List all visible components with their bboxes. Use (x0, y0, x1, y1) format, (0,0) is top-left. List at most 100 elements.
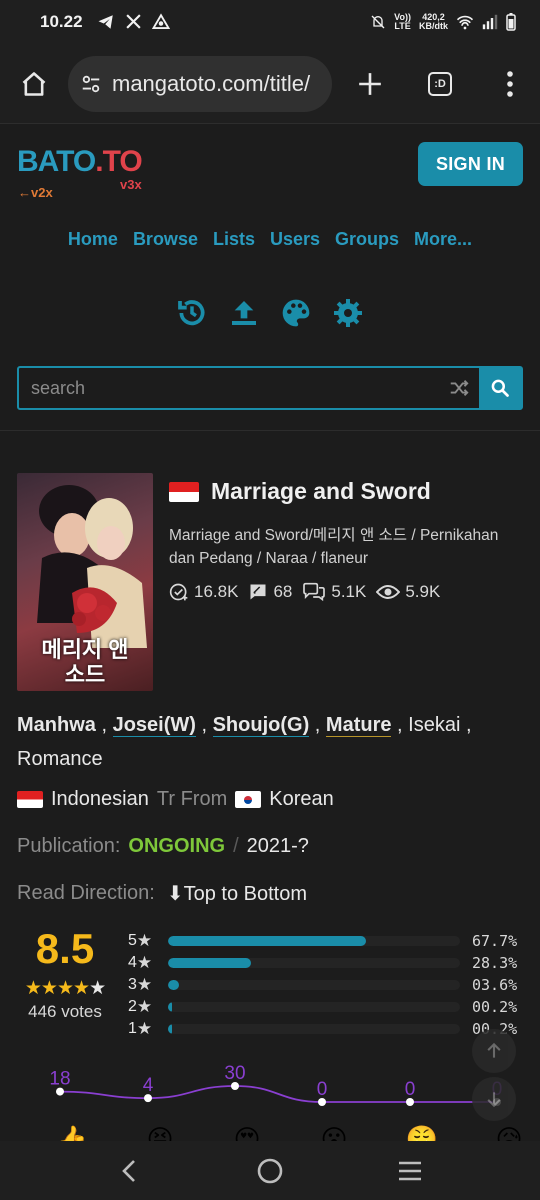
follow-check-icon (169, 583, 188, 601)
reaction-emoji[interactable]: 😮 (320, 1124, 347, 1141)
home-nav-button[interactable] (246, 1147, 294, 1195)
read-direction-label: Read Direction: (17, 882, 155, 904)
more-vert-icon (507, 70, 513, 97)
original-language: Korean (269, 788, 334, 810)
url-text: mangatoto.com/title/ (112, 70, 311, 96)
mute-icon (371, 15, 385, 29)
search-button[interactable] (479, 368, 521, 408)
scroll-down-button[interactable] (472, 1077, 516, 1121)
arrow-down-icon (487, 1092, 501, 1108)
notification-icons (97, 13, 170, 31)
back-icon (122, 1159, 135, 1182)
nav-lists[interactable]: Lists (213, 229, 255, 250)
rating-score: 8.5 (35, 925, 95, 972)
reactions-chart: 18👍4😝30😍0😮0😤0😥 (0, 1060, 540, 1141)
bato-logo[interactable]: BATO.TO ←v2x v3x (17, 145, 143, 200)
site-settings-icon[interactable] (80, 73, 102, 95)
language-row: Indonesian Tr From Korean (17, 788, 334, 811)
star-icon: ★ (40, 978, 58, 999)
telegram-icon (98, 15, 113, 29)
nav-users[interactable]: Users (270, 229, 320, 250)
rating-bar-fill (168, 1002, 172, 1012)
arrow-up-icon (487, 1042, 501, 1058)
reaction-emoji[interactable]: 😤 (406, 1124, 438, 1141)
vote-count: 446 votes (28, 1002, 102, 1021)
indonesia-flag-icon (169, 481, 199, 502)
reaction-emoji[interactable]: 👍 (56, 1124, 88, 1141)
rating-bar-percent: 03.6% (472, 976, 518, 994)
reaction-count: 4 (143, 1075, 154, 1096)
clock: 10.22 (40, 12, 83, 31)
recents-button[interactable] (386, 1147, 434, 1195)
history-button[interactable] (174, 295, 210, 331)
system-status: Vo)) LTE 420,2 KB/dtk (370, 13, 516, 31)
upload-button[interactable] (226, 295, 262, 331)
nav-home[interactable]: Home (68, 229, 118, 250)
publication-years: 2021-? (246, 835, 309, 857)
settings-button[interactable] (330, 295, 366, 331)
random-button[interactable] (439, 377, 479, 399)
battery-icon (506, 13, 516, 31)
tr-from-label: Tr From (156, 788, 228, 810)
alternative-names: Marriage and Sword/메리지 앤 소드 / Pernikahan… (169, 527, 499, 567)
scroll-up-button[interactable] (472, 1029, 516, 1073)
nav-browse[interactable]: Browse (133, 229, 198, 250)
star-icon: ★ (56, 978, 74, 999)
v2x-link[interactable]: ←v2x (18, 185, 53, 200)
genre-manhwa[interactable]: Manhwa (17, 714, 96, 736)
rating-bar-fill (168, 980, 179, 990)
title-row: Marriage and Sword (169, 478, 431, 505)
theme-button[interactable] (278, 295, 314, 331)
home-button[interactable] (10, 60, 58, 108)
app-icon (151, 13, 170, 29)
reactions-line: 18👍4😝30😍0😮0😤0😥 (49, 1063, 522, 1141)
sign-in-button[interactable]: SIGN IN (418, 142, 523, 186)
star-icon: ★ (136, 975, 153, 994)
back-button[interactable] (106, 1147, 154, 1195)
korea-flag-icon (235, 791, 262, 808)
genre-josei[interactable]: Josei(W) (112, 714, 196, 737)
web-page: BATO.TO ←v2x v3x SIGN IN Home Browse Lis… (0, 125, 540, 1141)
new-tab-button[interactable] (346, 60, 394, 108)
genre-mature[interactable]: Mature (325, 714, 392, 737)
upload-icon (232, 301, 256, 325)
signal-icon (482, 14, 498, 30)
reaction-emoji[interactable]: 😥 (495, 1124, 522, 1141)
rating-bar-row: 2 ★ 00.2% (128, 996, 528, 1018)
manga-title[interactable]: Marriage and Sword (211, 478, 431, 505)
review-icon (250, 584, 266, 600)
recents-icon (399, 1161, 421, 1180)
genre-isekai[interactable]: Isekai (408, 714, 460, 736)
translated-language: Indonesian (51, 788, 149, 810)
reaction-count: 0 (405, 1079, 416, 1100)
star-icon: ★ (136, 1019, 153, 1038)
browser-menu-button[interactable] (486, 60, 534, 108)
nav-groups[interactable]: Groups (335, 229, 399, 250)
search-input[interactable] (19, 368, 439, 408)
bar-star-label: 3 (128, 976, 137, 993)
publication-status: ONGOING (128, 835, 226, 857)
rating-summary: 8.5 ★★★★★ 446 votes (17, 925, 113, 1022)
cover-image[interactable]: 메리지 앤 소드 (17, 473, 153, 691)
genre-shoujo[interactable]: Shoujo(G) (212, 714, 310, 737)
rating-bar-fill (168, 958, 251, 968)
palette-icon (282, 299, 310, 327)
bar-star-label: 1 (128, 1020, 137, 1037)
tool-icons (0, 295, 540, 331)
reaction-emoji[interactable]: 😍 (233, 1124, 260, 1141)
reaction-count: 30 (224, 1063, 245, 1084)
star-icon: ★ (136, 953, 153, 972)
rating-bar-track (168, 958, 460, 968)
tab-switcher-button[interactable]: :D (416, 60, 464, 108)
address-bar[interactable]: mangatoto.com/title/ (68, 55, 332, 112)
rating-bar-row: 3 ★ 03.6% (128, 974, 528, 996)
stats-row: 16.8K 68 5.1K 5.9K (169, 582, 440, 602)
reaction-emoji[interactable]: 😝 (146, 1124, 173, 1141)
logo-dot: . (95, 145, 103, 178)
publication-row: Publication: ONGOING / 2021-? (17, 835, 309, 858)
nav-more[interactable]: More... (414, 229, 472, 250)
bar-star-label: 4 (128, 954, 137, 971)
genre-list: Manhwa , Josei(W) , Shoujo(G) , Mature ,… (17, 714, 472, 770)
header-divider (0, 430, 540, 431)
genre-romance[interactable]: Romance (17, 748, 103, 770)
